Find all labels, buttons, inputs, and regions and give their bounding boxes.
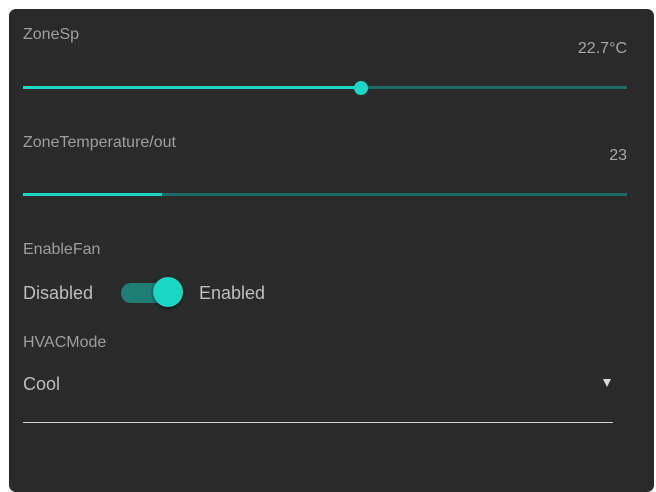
zone-temperature-label: ZoneTemperature/out [23,134,176,151]
zone-sp-label: ZoneSp [23,26,80,43]
enable-fan-off-label: Disabled [23,283,94,303]
hvac-mode-selected-value: Cool [23,374,61,394]
zone-sp-slider-thumb[interactable] [354,80,369,95]
zone-sp-value: 22.7°C [577,40,627,57]
zone-temperature-bar-fill [23,193,162,196]
zone-sp-slider[interactable] [23,80,627,95]
enable-fan-switch-knob [153,277,183,307]
hvac-mode-select[interactable]: Cool [23,362,613,423]
enable-fan-on-label: Enabled [199,283,266,303]
enable-fan-switch[interactable] [121,277,183,307]
hvac-mode-label: HVACMode [23,334,107,351]
control-panel: ZoneSp 22.7°C ZoneTemperature/out 23 Ena… [9,9,654,492]
dropdown-arrow-icon [603,379,611,387]
zone-temperature-bar [23,193,627,196]
zone-sp-slider-fill [23,86,362,89]
zone-temperature-value: 23 [609,147,627,164]
enable-fan-label: EnableFan [23,241,101,258]
